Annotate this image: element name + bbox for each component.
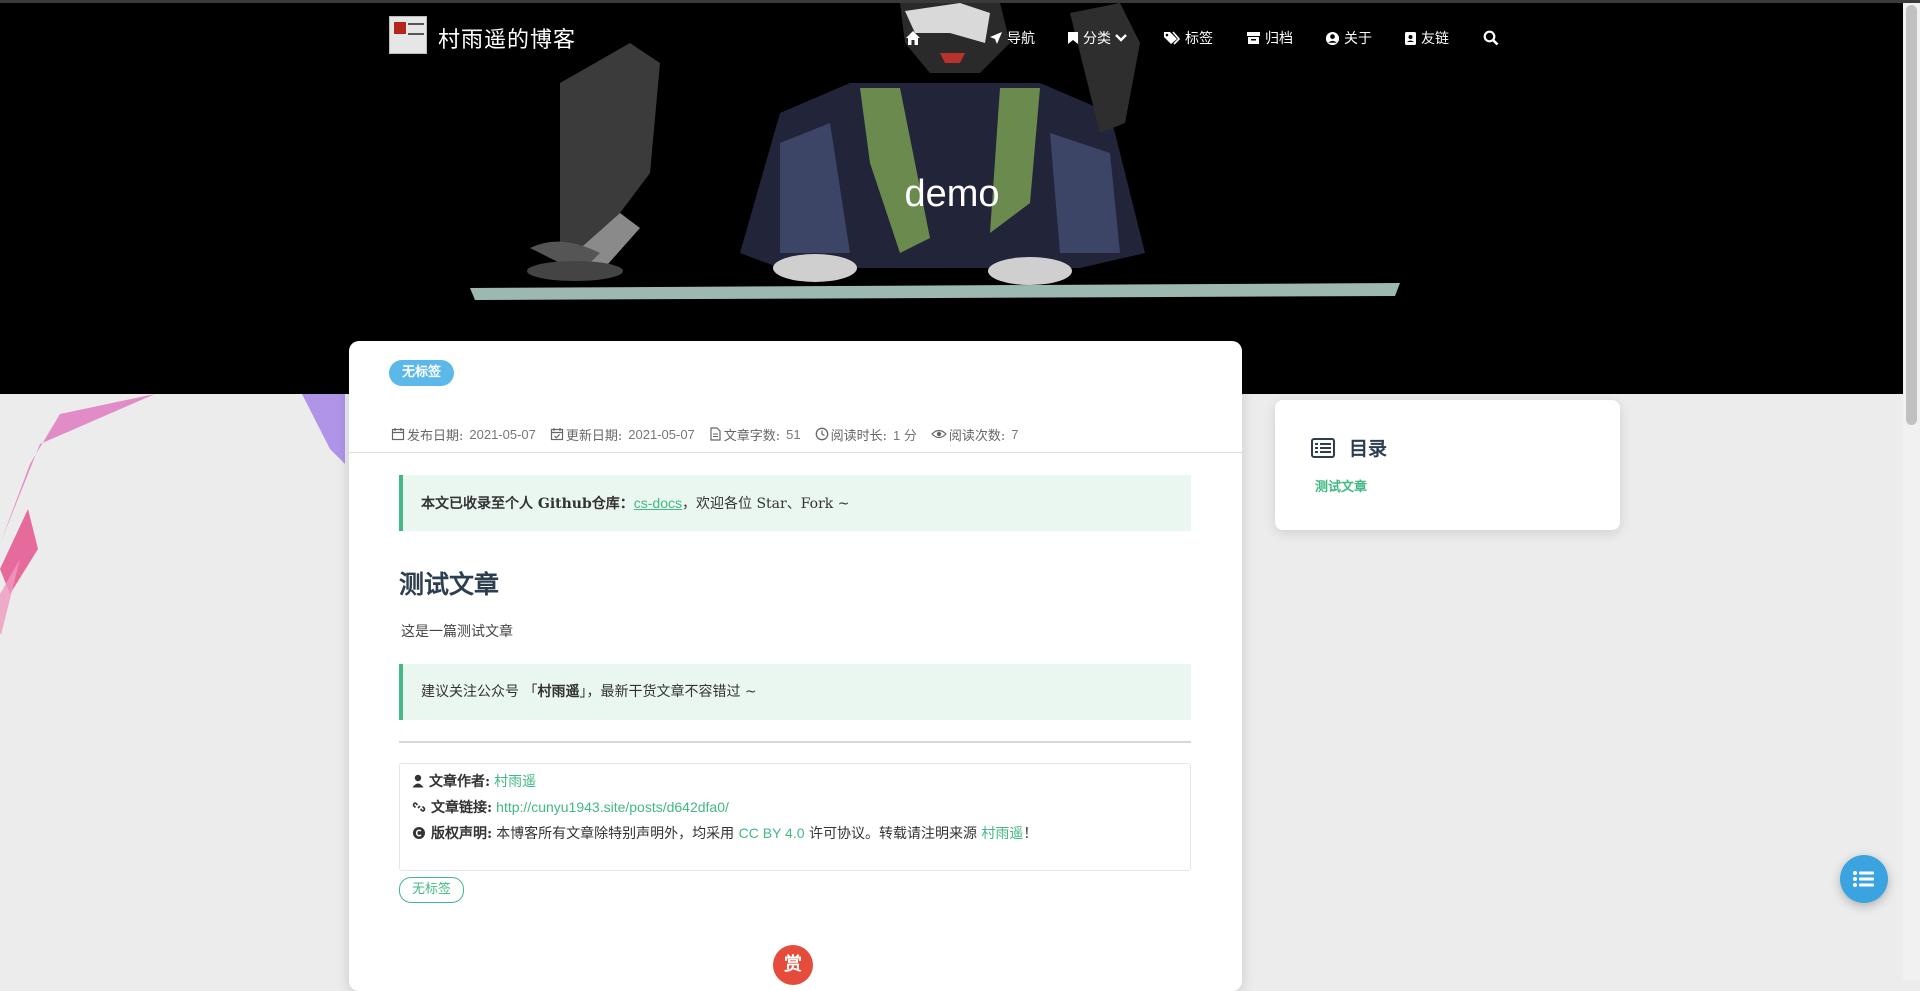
- copyright-link-label: 文章链接:: [431, 800, 493, 816]
- meta-publish-date: 发布日期: 2021-05-07: [391, 425, 536, 444]
- nav-label-tags: 标签: [1185, 31, 1213, 47]
- meta-read-time-label: 阅读时长:: [830, 428, 888, 444]
- repo-notice: 本文已收录至个人 Github仓库：cs-docs，欢迎各位 Star、Fork…: [399, 475, 1191, 531]
- tags-icon: [1164, 31, 1181, 45]
- copyright-source-link[interactable]: 村雨遥: [981, 823, 1023, 843]
- content-divider: [399, 741, 1191, 743]
- scrollbar-thumb[interactable]: [1906, 5, 1917, 425]
- meta-publish-value: 2021-05-07: [469, 426, 536, 442]
- toc-card: 目录 测试文章: [1275, 400, 1620, 530]
- nav-label-categories: 分类: [1083, 31, 1111, 47]
- list-ul-icon: [1853, 871, 1874, 887]
- logo-seal: [394, 22, 406, 34]
- copyright-license-middle: 许可协议。转载请注明来源: [808, 826, 977, 842]
- follow-notice-suffix: 」，最新干货文章不容错过 ~: [579, 684, 757, 700]
- nav-label-navigation: 导航: [1007, 31, 1035, 47]
- meta-read-time: 阅读时长: 1 分: [815, 425, 917, 444]
- meta-divider: [349, 452, 1242, 453]
- tag-chip[interactable]: 无标签: [399, 877, 465, 903]
- meta-words-value: 51: [786, 426, 801, 442]
- calendar-icon: [391, 428, 405, 441]
- meta-word-count: 文章字数: 51: [709, 425, 801, 444]
- top-navbar: 村雨遥的博客 导航 分类 标签 归档 关于 友链: [0, 3, 1920, 69]
- toc-header: 目录: [1311, 434, 1387, 461]
- bookmark-icon: [1068, 32, 1078, 44]
- site-title[interactable]: 村雨遥的博客: [438, 22, 576, 54]
- copyright-author-row: 文章作者: 村雨遥: [412, 771, 536, 791]
- nav-archives[interactable]: 归档: [1246, 27, 1293, 49]
- clock-icon: [815, 427, 828, 441]
- toc-title: 目录: [1349, 438, 1388, 460]
- post-heading: 测试文章: [399, 570, 500, 599]
- copyright-license-end: ！: [1023, 826, 1038, 842]
- list-icon: [1311, 437, 1335, 458]
- decorative-ribbons: [0, 394, 345, 634]
- nav-friends[interactable]: 友链: [1404, 27, 1449, 49]
- page-scrollbar[interactable]: [1903, 3, 1920, 980]
- copyright-license-prefix: 本博客所有文章除特别声明外，均采用: [496, 826, 735, 842]
- nav-categories[interactable]: 分类: [1067, 27, 1132, 49]
- copyright-link-row: 文章链接: http://cunyu1943.site/posts/d642df…: [412, 797, 729, 817]
- nav-navigation[interactable]: 导航: [989, 27, 1035, 49]
- copyright-icon: [413, 827, 425, 839]
- repo-notice-prefix: 本文已收录至个人 Github仓库：: [421, 496, 634, 512]
- copyright-box: 文章作者: 村雨遥 文章链接: http://cunyu1943.site/po…: [399, 763, 1191, 871]
- calendar-check-icon: [550, 428, 563, 441]
- reward-button[interactable]: 赏: [773, 945, 813, 985]
- meta-words-label: 文章字数:: [723, 428, 781, 444]
- copyright-author-link[interactable]: 村雨遥: [494, 771, 536, 791]
- copyright-license-label: 版权声明:: [431, 826, 493, 842]
- follow-notice-prefix: 建议关注公众号 「: [421, 684, 538, 700]
- repo-link[interactable]: cs-docs: [634, 495, 682, 511]
- license-link[interactable]: CC BY 4.0: [739, 825, 805, 841]
- nav-label-about: 关于: [1344, 31, 1372, 47]
- post-meta: 发布日期: 2021-05-07 更新日期: 2021-05-07 文章字数: …: [391, 424, 1211, 444]
- eye-icon: [931, 429, 947, 439]
- meta-update-label: 更新日期:: [565, 428, 623, 444]
- nav-label-friends: 友链: [1421, 31, 1449, 47]
- logo-calligraphy: [408, 23, 424, 35]
- meta-update-date: 更新日期: 2021-05-07: [550, 425, 695, 444]
- tag-badge[interactable]: 无标签: [389, 360, 455, 386]
- paper-plane-icon: [990, 32, 1002, 44]
- nav-tags[interactable]: 标签: [1163, 27, 1213, 49]
- address-book-icon: [1405, 31, 1416, 45]
- post-title-banner: demo: [904, 173, 1000, 215]
- user-icon: [412, 774, 424, 788]
- toc-item[interactable]: 测试文章: [1315, 476, 1367, 495]
- nav-search[interactable]: [1483, 27, 1503, 49]
- meta-update-value: 2021-05-07: [628, 426, 695, 442]
- file-icon: [710, 427, 721, 441]
- site-logo[interactable]: [389, 16, 427, 54]
- follow-notice-name: 村雨遥: [537, 684, 580, 700]
- toc-toggle-button[interactable]: [1840, 855, 1888, 903]
- archive-icon: [1247, 32, 1260, 44]
- nav-about[interactable]: 关于: [1325, 27, 1372, 49]
- post-body: 这是一篇测试文章: [401, 624, 513, 640]
- chevron-down-icon: [1115, 34, 1127, 42]
- follow-notice: 建议关注公众号 「村雨遥」，最新干货文章不容错过 ~: [399, 664, 1191, 720]
- copyright-post-url[interactable]: http://cunyu1943.site/posts/d642dfa0/: [496, 799, 729, 815]
- home-icon: [906, 31, 920, 45]
- copyright-author-label: 文章作者:: [429, 774, 491, 790]
- meta-views: 阅读次数: 7: [931, 425, 1019, 444]
- search-icon: [1483, 30, 1499, 46]
- repo-notice-suffix: ，欢迎各位 Star、Fork ~: [682, 496, 850, 512]
- user-circle-icon: [1325, 31, 1340, 45]
- meta-views-value: 7: [1011, 426, 1019, 442]
- article-card: 无标签 发布日期: 2021-05-07 更新日期: 2021-05-07 文章…: [349, 341, 1242, 991]
- meta-publish-label: 发布日期:: [407, 428, 464, 444]
- nav-home[interactable]: [905, 27, 925, 49]
- copyright-license-row: 版权声明: 本博客所有文章除特别声明外，均采用 CC BY 4.0 许可协议。转…: [412, 823, 1037, 843]
- nav-label-archives: 归档: [1265, 31, 1293, 47]
- link-icon: [412, 802, 426, 812]
- meta-views-label: 阅读次数:: [948, 428, 1006, 444]
- meta-read-time-value: 1 分: [893, 427, 917, 443]
